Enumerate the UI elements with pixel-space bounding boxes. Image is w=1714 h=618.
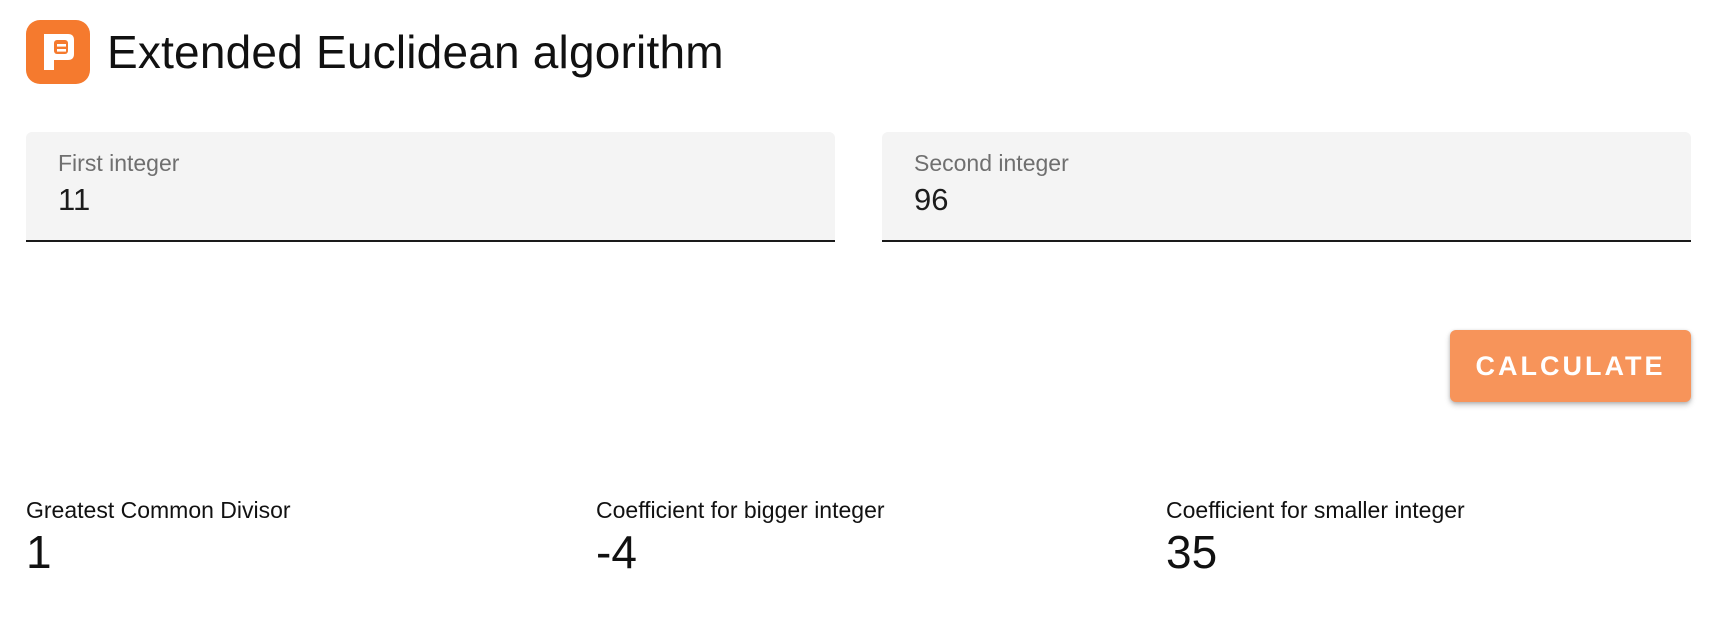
page-title: Extended Euclidean algorithm bbox=[107, 26, 724, 78]
bigger-coefficient-result: Coefficient for bigger integer -4 bbox=[596, 496, 885, 580]
second-integer-input[interactable] bbox=[914, 182, 1634, 218]
smaller-coefficient-value: 35 bbox=[1166, 526, 1218, 578]
gcd-label: Greatest Common Divisor bbox=[26, 497, 291, 523]
bigger-coefficient-value: -4 bbox=[596, 526, 637, 578]
second-integer-field[interactable]: Second integer bbox=[882, 132, 1691, 242]
second-integer-label: Second integer bbox=[914, 150, 1069, 176]
app-logo-icon bbox=[26, 20, 90, 84]
app-header: Extended Euclidean algorithm bbox=[26, 20, 724, 84]
first-integer-input[interactable] bbox=[58, 182, 778, 218]
gcd-value: 1 bbox=[26, 526, 52, 578]
calculate-button[interactable]: CALCULATE bbox=[1450, 330, 1691, 402]
bigger-coefficient-label: Coefficient for bigger integer bbox=[596, 497, 885, 523]
smaller-coefficient-label: Coefficient for smaller integer bbox=[1166, 497, 1465, 523]
first-integer-label: First integer bbox=[58, 150, 180, 176]
gcd-result: Greatest Common Divisor 1 bbox=[26, 496, 291, 580]
first-integer-field[interactable]: First integer bbox=[26, 132, 835, 242]
smaller-coefficient-result: Coefficient for smaller integer 35 bbox=[1166, 496, 1465, 580]
